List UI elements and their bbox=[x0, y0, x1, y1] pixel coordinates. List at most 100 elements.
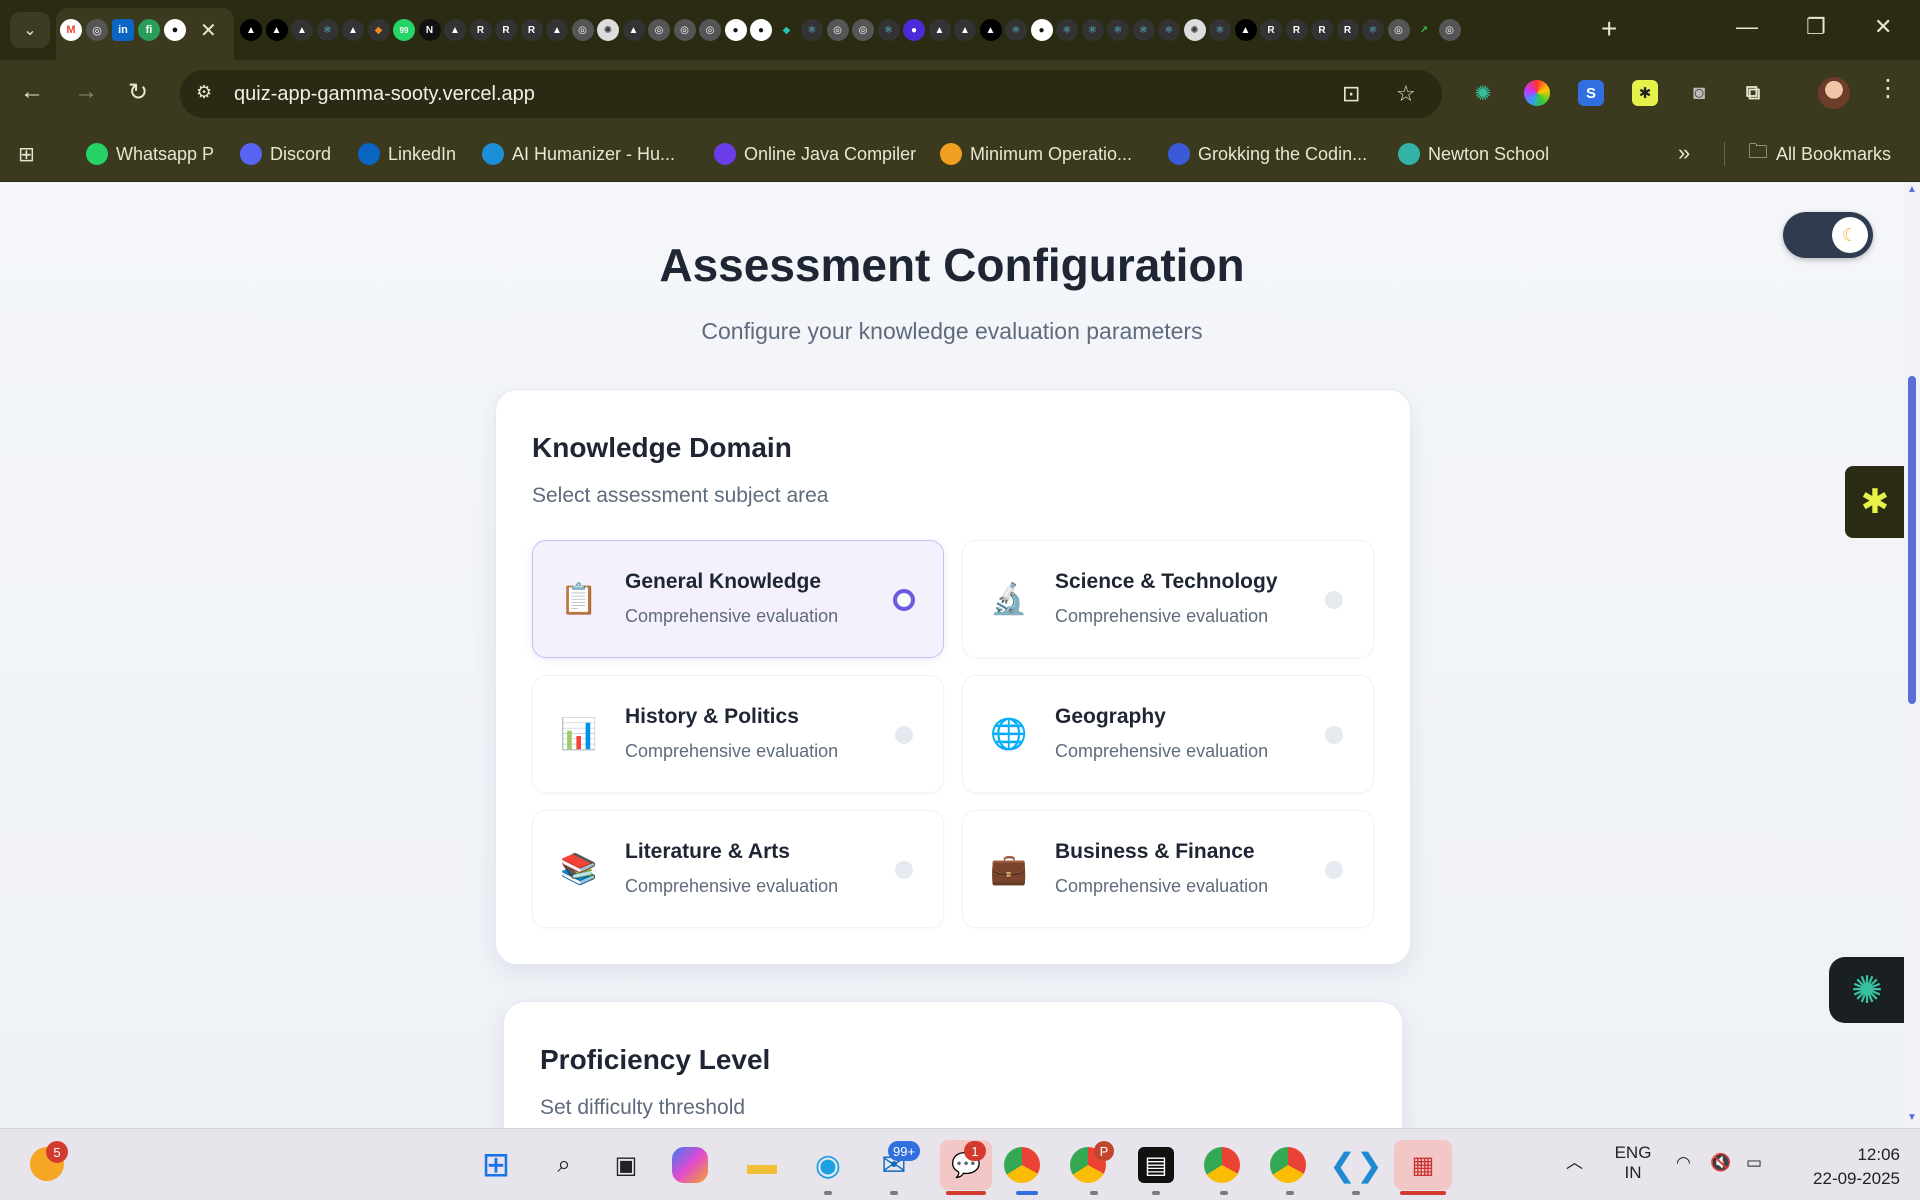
tab-ai-icon[interactable]: ◎ bbox=[852, 19, 874, 41]
tab-chatgpt-icon[interactable]: ✺ bbox=[1183, 19, 1206, 41]
url-text[interactable]: quiz-app-gamma-sooty.vercel.app bbox=[234, 83, 535, 106]
chatgpt-extension-icon[interactable]: ✺ bbox=[1470, 80, 1496, 106]
tab-replit-icon[interactable]: R bbox=[1336, 19, 1359, 41]
tab-diamond-icon[interactable]: ◆ bbox=[776, 19, 798, 41]
tab-replit-icon[interactable]: R bbox=[1285, 19, 1308, 41]
forward-arrow-icon[interactable]: → bbox=[74, 78, 98, 106]
speaker-muted-icon[interactable]: 🔇 bbox=[1710, 1153, 1731, 1173]
asterisk-side-widget-icon[interactable]: ✱ bbox=[1845, 466, 1905, 538]
file-explorer-icon[interactable]: ▬ bbox=[740, 1143, 784, 1187]
tab-brave-icon[interactable]: ◆ bbox=[367, 19, 390, 41]
domain-radio-button[interactable] bbox=[1325, 591, 1343, 609]
minimize-icon[interactable]: — bbox=[1736, 14, 1758, 40]
tab-stocks-icon[interactable]: ↗ bbox=[1413, 19, 1435, 41]
domain-radio-button[interactable] bbox=[1325, 861, 1343, 879]
bookmark-star-icon[interactable]: ☆ bbox=[1396, 81, 1416, 107]
site-info-icon[interactable]: ⚙ bbox=[196, 82, 220, 106]
finance-site-icon[interactable]: fi bbox=[138, 19, 160, 41]
tab-replit-icon[interactable]: R bbox=[495, 19, 517, 41]
bookmark-item[interactable]: Minimum Operatio... bbox=[940, 140, 1132, 168]
tab-whatsapp-icon[interactable]: 99 bbox=[393, 19, 415, 41]
profile-avatar[interactable] bbox=[1818, 77, 1850, 109]
camera-extension-icon[interactable]: ◙ bbox=[1686, 80, 1712, 106]
tab-vercel-icon[interactable]: ▲ bbox=[979, 19, 1002, 41]
tab-react-icon[interactable]: ⚛ bbox=[1107, 19, 1129, 41]
gmail-icon[interactable]: M bbox=[60, 19, 82, 41]
language-indicator[interactable]: ENG IN bbox=[1608, 1143, 1658, 1183]
snipping-tool-icon[interactable]: ▦ bbox=[1394, 1140, 1452, 1190]
tab-ai-icon[interactable]: ◎ bbox=[1387, 19, 1410, 41]
install-app-icon[interactable]: ⊡ bbox=[1342, 81, 1360, 107]
tab-vercel-icon[interactable]: ▲ bbox=[954, 19, 976, 41]
address-bar[interactable]: ⚙ quiz-app-gamma-sooty.vercel.app ⊡ ☆ bbox=[180, 70, 1442, 118]
tab-ai-icon[interactable]: ◎ bbox=[673, 19, 696, 41]
close-tab-icon[interactable]: ✕ bbox=[200, 18, 217, 43]
tab-github-icon[interactable]: ● bbox=[1030, 19, 1053, 41]
tab-vercel-icon[interactable]: ▲ bbox=[1234, 19, 1257, 41]
chrome-profile-3-icon[interactable] bbox=[1204, 1147, 1240, 1183]
task-view-icon[interactable]: ▣ bbox=[604, 1143, 648, 1187]
page-scrollbar[interactable]: ▲ ▼ bbox=[1904, 182, 1920, 1128]
tab-replit-icon[interactable]: R bbox=[1260, 19, 1282, 41]
tab-replit-icon[interactable]: R bbox=[1311, 19, 1333, 41]
domain-radio-button[interactable] bbox=[893, 589, 915, 611]
domain-option[interactable]: 📚 Literature & Arts Comprehensive evaluati… bbox=[532, 810, 944, 928]
tab-vercel-icon[interactable]: ▲ bbox=[342, 19, 364, 41]
tab-ai-icon[interactable]: ◎ bbox=[648, 19, 670, 41]
battery-icon[interactable]: ▭ bbox=[1746, 1153, 1762, 1173]
search-icon[interactable]: ⌕ bbox=[542, 1143, 586, 1187]
ai-site-icon[interactable]: ◎ bbox=[86, 19, 108, 41]
bookmark-item[interactable]: Newton School bbox=[1398, 140, 1549, 168]
bookmark-item[interactable]: Discord bbox=[240, 140, 331, 168]
domain-radio-button[interactable] bbox=[895, 726, 913, 744]
tab-vercel-icon[interactable]: ▲ bbox=[240, 19, 262, 41]
tab-react-icon[interactable]: ⚛ bbox=[801, 19, 823, 41]
tab-vercel-icon[interactable]: ▲ bbox=[622, 19, 645, 41]
tab-react-icon[interactable]: ⚛ bbox=[1209, 19, 1231, 41]
apps-grid-icon[interactable]: ⊞ bbox=[18, 142, 35, 167]
vscode-icon[interactable]: ❮❯ bbox=[1329, 1143, 1383, 1187]
tab-ai-icon[interactable]: ◎ bbox=[699, 19, 721, 41]
windows-start-icon[interactable]: ⊞ bbox=[474, 1143, 518, 1187]
tab-vercel-icon[interactable]: ▲ bbox=[444, 19, 466, 41]
tab-github-icon[interactable]: ● bbox=[750, 19, 772, 41]
wifi-icon[interactable]: ◠ bbox=[1676, 1153, 1691, 1173]
bookmark-item[interactable]: Whatsapp P bbox=[86, 140, 214, 168]
show-hidden-icons-chevron-icon[interactable]: ︿ bbox=[1566, 1153, 1583, 1173]
terminal-app-icon[interactable]: ▤ bbox=[1138, 1147, 1174, 1183]
all-bookmarks-button[interactable]: 🗀 All Bookmarks bbox=[1748, 140, 1891, 168]
extensions-puzzle-icon[interactable]: ⧉ bbox=[1740, 80, 1766, 106]
copilot-icon[interactable] bbox=[672, 1147, 708, 1183]
chatgpt-floating-button-icon[interactable]: ✺ bbox=[1829, 957, 1905, 1023]
tab-ai-icon[interactable]: ◎ bbox=[571, 19, 594, 41]
domain-option[interactable]: 💼 Business & Finance Comprehensive evaluat… bbox=[962, 810, 1374, 928]
tab-ai-icon[interactable]: ◎ bbox=[1438, 19, 1461, 41]
bookmark-item[interactable]: AI Humanizer - Hu... bbox=[482, 140, 675, 168]
tab-search-button[interactable]: ⌄ bbox=[10, 12, 50, 48]
tab-react-icon[interactable]: ⚛ bbox=[877, 19, 900, 41]
chrome-profile-1-icon[interactable] bbox=[1004, 1147, 1040, 1183]
browser-menu-icon[interactable]: ⋮ bbox=[1876, 74, 1900, 103]
chrome-profile-4-icon[interactable] bbox=[1270, 1147, 1306, 1183]
tab-vercel-icon[interactable]: ▲ bbox=[928, 19, 951, 41]
scroll-up-arrow-icon[interactable]: ▲ bbox=[1907, 184, 1917, 195]
system-clock[interactable]: 12:06 22-09-2025 bbox=[1790, 1143, 1900, 1191]
tab-react-icon[interactable]: ⚛ bbox=[1132, 19, 1155, 41]
tab-react-icon[interactable]: ⚛ bbox=[1158, 19, 1180, 41]
tab-purple-icon[interactable]: ● bbox=[903, 19, 925, 41]
tab-vercel-icon[interactable]: ▲ bbox=[265, 19, 288, 41]
reload-icon[interactable]: ↻ bbox=[128, 78, 148, 107]
domain-option[interactable]: 📋 General Knowledge Comprehensive evaluati… bbox=[532, 540, 944, 658]
tab-react-icon[interactable]: ⚛ bbox=[1362, 19, 1384, 41]
tab-vercel-icon[interactable]: ▲ bbox=[291, 19, 313, 41]
scroll-down-arrow-icon[interactable]: ▼ bbox=[1907, 1112, 1917, 1123]
tab-react-icon[interactable]: ⚛ bbox=[1005, 19, 1027, 41]
back-arrow-icon[interactable]: ← bbox=[20, 78, 44, 106]
color-picker-extension-icon[interactable] bbox=[1524, 80, 1550, 106]
tab-ai-icon[interactable]: ◎ bbox=[826, 19, 849, 41]
tab-chatgpt-icon[interactable]: ✺ bbox=[597, 19, 619, 41]
linkedin-icon[interactable]: in bbox=[112, 19, 134, 41]
bookmark-item[interactable]: Grokking the Codin... bbox=[1168, 140, 1367, 168]
tab-vercel-icon[interactable]: ▲ bbox=[546, 19, 568, 41]
domain-radio-button[interactable] bbox=[1325, 726, 1343, 744]
